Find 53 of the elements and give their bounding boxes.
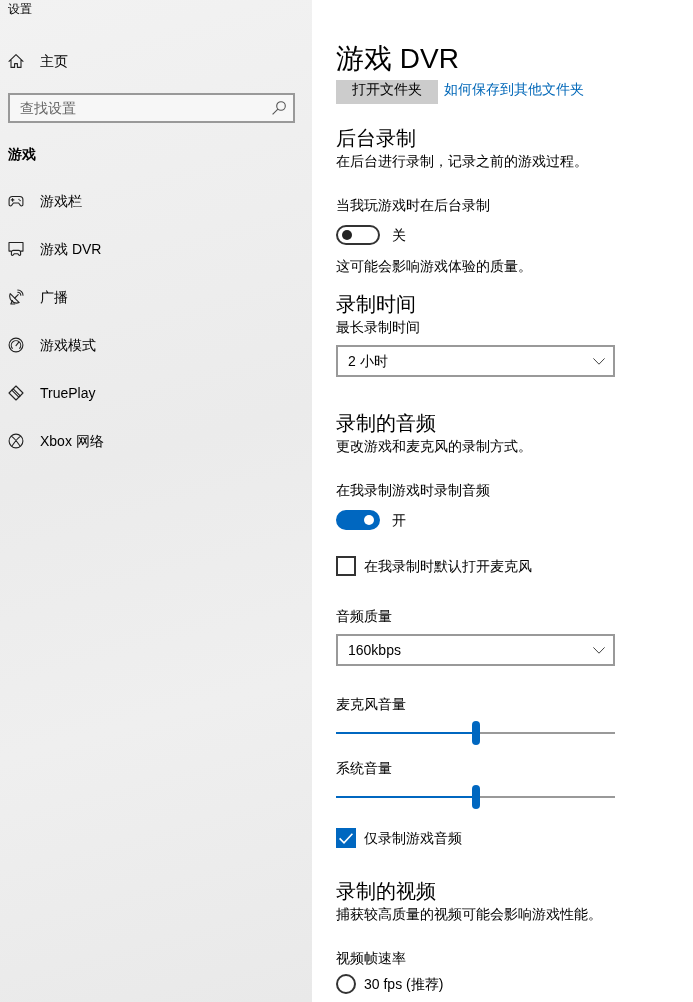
search-icon (272, 101, 286, 115)
gauge-icon (8, 337, 24, 353)
circle-x-icon (8, 433, 24, 449)
setting-label: 系统音量 (336, 759, 392, 778)
diamond-icon (8, 385, 24, 401)
section-heading: 录制的音频 (336, 411, 436, 436)
check-icon (339, 832, 353, 844)
gamepad-icon (8, 193, 24, 209)
section-description: 在后台进行录制，记录之前的游戏过程。 (336, 152, 588, 171)
nav-item[interactable]: 游戏 DVR (8, 239, 104, 259)
setting-label: 视频帧速率 (336, 949, 406, 968)
setting-label: 当我玩游戏时在后台录制 (336, 196, 490, 215)
toggle-switch[interactable] (336, 510, 380, 530)
home-icon (8, 53, 24, 69)
radio-button[interactable] (336, 974, 356, 994)
setting-label: 在我录制游戏时录制音频 (336, 481, 490, 500)
nav-item[interactable]: 游戏模式 (8, 335, 98, 355)
setting-label: 音频质量 (336, 607, 392, 626)
chevron-down-icon (593, 357, 605, 365)
nav-item[interactable]: Xbox 网络 (8, 431, 106, 451)
open-folder-button[interactable]: 打开文件夹 (336, 80, 438, 104)
setting-label: 麦克风音量 (336, 695, 406, 714)
checkbox[interactable] (336, 828, 356, 848)
section-description: 更改游戏和麦克风的录制方式。 (336, 437, 532, 456)
section-title: 游戏 (8, 145, 36, 164)
checkbox-label: 仅录制游戏音频 (364, 829, 462, 848)
nav-item[interactable]: 游戏栏 (8, 191, 84, 211)
slider-thumb[interactable] (471, 721, 480, 745)
monitor-gamepad-icon (8, 241, 24, 257)
radio-label: 30 fps (推荐) (364, 975, 444, 994)
checkbox[interactable] (336, 556, 356, 576)
satellite-dish-icon (8, 289, 24, 305)
page-title: 游戏 DVR (336, 42, 459, 76)
toggle-state-label: 关 (392, 226, 406, 245)
section-heading: 后台录制 (336, 126, 416, 151)
window-title: 设置 (8, 2, 32, 16)
search-field[interactable]: 查找设置 (8, 93, 295, 123)
chevron-down-icon (593, 646, 605, 654)
home-link[interactable]: 主页 (8, 51, 70, 71)
nav-item[interactable]: TruePlay (8, 383, 98, 403)
nav-item[interactable]: 广播 (8, 287, 70, 307)
toggle-switch[interactable] (336, 225, 380, 245)
help-link[interactable]: 如何保存到其他文件夹 (444, 80, 584, 98)
section-heading: 录制时间 (336, 292, 416, 317)
section-description: 捕获较高质量的视频可能会影响游戏性能。 (336, 905, 602, 924)
setting-label: 最长录制时间 (336, 318, 420, 337)
section-heading: 录制的视频 (336, 879, 436, 904)
checkbox-label: 在我录制时默认打开麦克风 (364, 557, 532, 576)
setting-note: 这可能会影响游戏体验的质量。 (336, 257, 532, 276)
toggle-state-label: 开 (392, 511, 406, 530)
dropdown[interactable]: 160kbps (336, 634, 615, 666)
dropdown[interactable]: 2 小时 (336, 345, 615, 377)
slider-thumb[interactable] (471, 785, 480, 809)
